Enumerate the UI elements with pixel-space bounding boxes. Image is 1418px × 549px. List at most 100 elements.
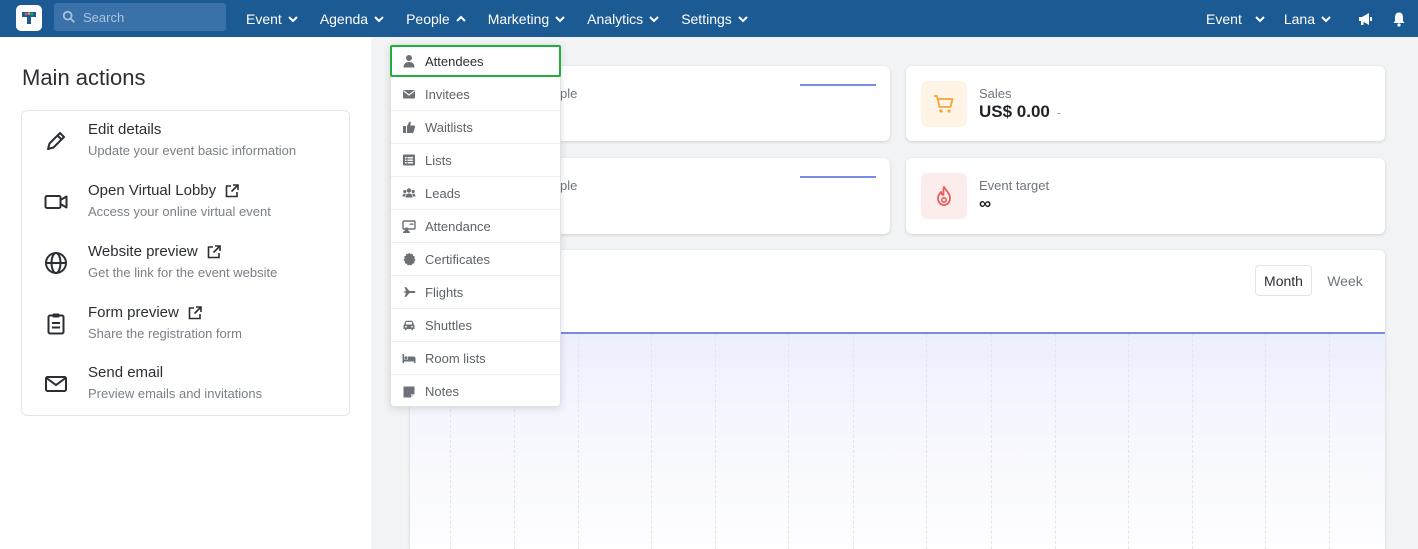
notifications-button[interactable] <box>1390 10 1408 28</box>
menu-item-attendance[interactable]: Attendance <box>391 210 560 243</box>
form-preview-action[interactable]: Form preview Share the registration form <box>22 294 349 350</box>
nav-people[interactable]: People <box>406 11 467 27</box>
send-email-action[interactable]: Send email Preview emails and invitation… <box>22 354 349 410</box>
main-nav: Event Agenda People Marketing Analytics … <box>246 0 770 37</box>
bell-icon <box>1393 12 1405 27</box>
event-target-label: Event target <box>979 178 1050 193</box>
people-dropdown-menu: Attendees Invitees Waitlists Lists Leads… <box>390 44 561 407</box>
menu-item-certificates[interactable]: Certificates <box>391 243 560 276</box>
chevron-down-icon <box>1321 15 1331 22</box>
right-nav: Event Lana <box>1206 0 1408 37</box>
menu-item-lists[interactable]: Lists <box>391 144 560 177</box>
chevron-up-icon <box>455 15 466 22</box>
nav-marketing-label: Marketing <box>487 10 550 27</box>
video-camera-icon <box>42 188 70 216</box>
stat-card-sales: Sales US$ 0.00 - <box>906 66 1385 141</box>
form-preview-label: Form preview <box>88 304 179 321</box>
certificate-icon <box>401 251 417 267</box>
open-virtual-lobby-label: Open Virtual Lobby <box>88 182 217 199</box>
nav-event[interactable]: Event <box>246 11 299 27</box>
week-toggle-button[interactable]: Week <box>1322 265 1368 296</box>
clipboard-icon <box>42 310 70 338</box>
edit-details-label: Edit details <box>88 121 162 138</box>
menu-item-invitees[interactable]: Invitees <box>391 78 560 111</box>
announcements-button[interactable] <box>1356 10 1374 28</box>
app-logo[interactable] <box>16 5 42 31</box>
menu-item-attendees[interactable]: Attendees <box>390 45 561 77</box>
menu-item-label: Shuttles <box>425 317 472 333</box>
nav-agenda-label: Agenda <box>319 10 369 27</box>
logo-icon <box>22 12 36 24</box>
id-card-icon <box>401 218 417 234</box>
menu-item-waitlists[interactable]: Waitlists <box>391 111 560 144</box>
search-input[interactable] <box>83 9 223 25</box>
list-icon <box>401 152 417 168</box>
sales-value: US$ 0.00 - <box>979 102 1061 122</box>
website-preview-label: Website preview <box>88 243 198 260</box>
note-icon <box>401 384 417 400</box>
nav-agenda[interactable]: Agenda <box>320 11 385 27</box>
menu-item-shuttles[interactable]: Shuttles <box>391 309 560 342</box>
chevron-down-icon <box>738 15 748 22</box>
sparkline <box>800 176 876 178</box>
user-name: Lana <box>1283 10 1315 27</box>
edit-details-title: Edit details <box>88 121 161 138</box>
external-link-icon <box>188 305 202 319</box>
website-preview-action[interactable]: Website preview Get the link for the eve… <box>22 233 349 289</box>
chart-gridline <box>926 334 927 549</box>
user-menu[interactable]: Lana <box>1284 11 1332 27</box>
menu-item-flights[interactable]: Flights <box>391 276 560 309</box>
nav-analytics[interactable]: Analytics <box>587 11 660 27</box>
stat-card-label: ple <box>560 178 578 193</box>
website-preview-title: Website preview <box>88 243 222 260</box>
menu-item-label: Room lists <box>425 350 486 366</box>
nav-people-label: People <box>406 10 450 27</box>
nav-settings-label: Settings <box>681 10 732 27</box>
menu-item-label: Flights <box>425 284 464 300</box>
open-virtual-lobby-action[interactable]: Open Virtual Lobby Access your online vi… <box>22 172 349 228</box>
chevron-down-icon <box>288 15 298 22</box>
main-actions-card: Edit details Update your event basic inf… <box>21 110 350 416</box>
search-box[interactable] <box>54 3 226 31</box>
sales-icon-box <box>921 81 967 127</box>
plane-icon <box>401 284 417 300</box>
envelope-icon <box>42 370 70 398</box>
event-target-value: ∞ <box>979 194 992 213</box>
menu-item-label: Invitees <box>425 86 470 102</box>
event-switcher[interactable]: Event <box>1206 11 1266 27</box>
sparkline <box>800 84 876 86</box>
chevron-down-icon <box>649 15 659 22</box>
menu-item-notes[interactable]: Notes <box>391 375 560 408</box>
website-preview-subtitle: Get the link for the event website <box>88 265 278 280</box>
nav-settings[interactable]: Settings <box>681 11 749 27</box>
month-toggle-button[interactable]: Month <box>1255 265 1312 296</box>
nav-marketing[interactable]: Marketing <box>488 11 566 27</box>
chart-gridline <box>578 334 579 549</box>
send-email-subtitle: Preview emails and invitations <box>88 386 263 401</box>
menu-item-label: Attendees <box>425 53 484 69</box>
edit-details-action[interactable]: Edit details Update your event basic inf… <box>22 111 349 167</box>
chevron-down-icon <box>1255 15 1265 22</box>
menu-item-label: Leads <box>425 185 461 201</box>
stat-card-event-target: Event target ∞ <box>906 158 1385 234</box>
open-virtual-lobby-title: Open Virtual Lobby <box>88 182 240 199</box>
stat-card-label: ple <box>560 86 578 101</box>
users-icon <box>401 185 417 201</box>
menu-item-label: Certificates <box>425 251 491 267</box>
menu-item-leads[interactable]: Leads <box>391 177 560 210</box>
target-icon-box <box>921 173 967 219</box>
car-icon <box>401 317 417 333</box>
event-switcher-label: Event <box>1206 10 1242 27</box>
search-icon <box>62 10 75 23</box>
envelope-icon <box>401 86 417 102</box>
flame-icon <box>937 186 951 206</box>
top-bar: Event Agenda People Marketing Analytics … <box>0 0 1418 37</box>
menu-item-label: Waitlists <box>425 119 473 135</box>
edit-details-subtitle: Update your event basic information <box>88 143 297 158</box>
main-actions-panel: Main actions Edit details Update your ev… <box>0 37 371 549</box>
shopping-cart-icon <box>934 95 954 113</box>
menu-item-room-lists[interactable]: Room lists <box>391 342 560 375</box>
user-icon <box>401 53 417 69</box>
open-virtual-lobby-subtitle: Access your online virtual event <box>88 204 271 219</box>
chart-gridline <box>715 334 716 549</box>
